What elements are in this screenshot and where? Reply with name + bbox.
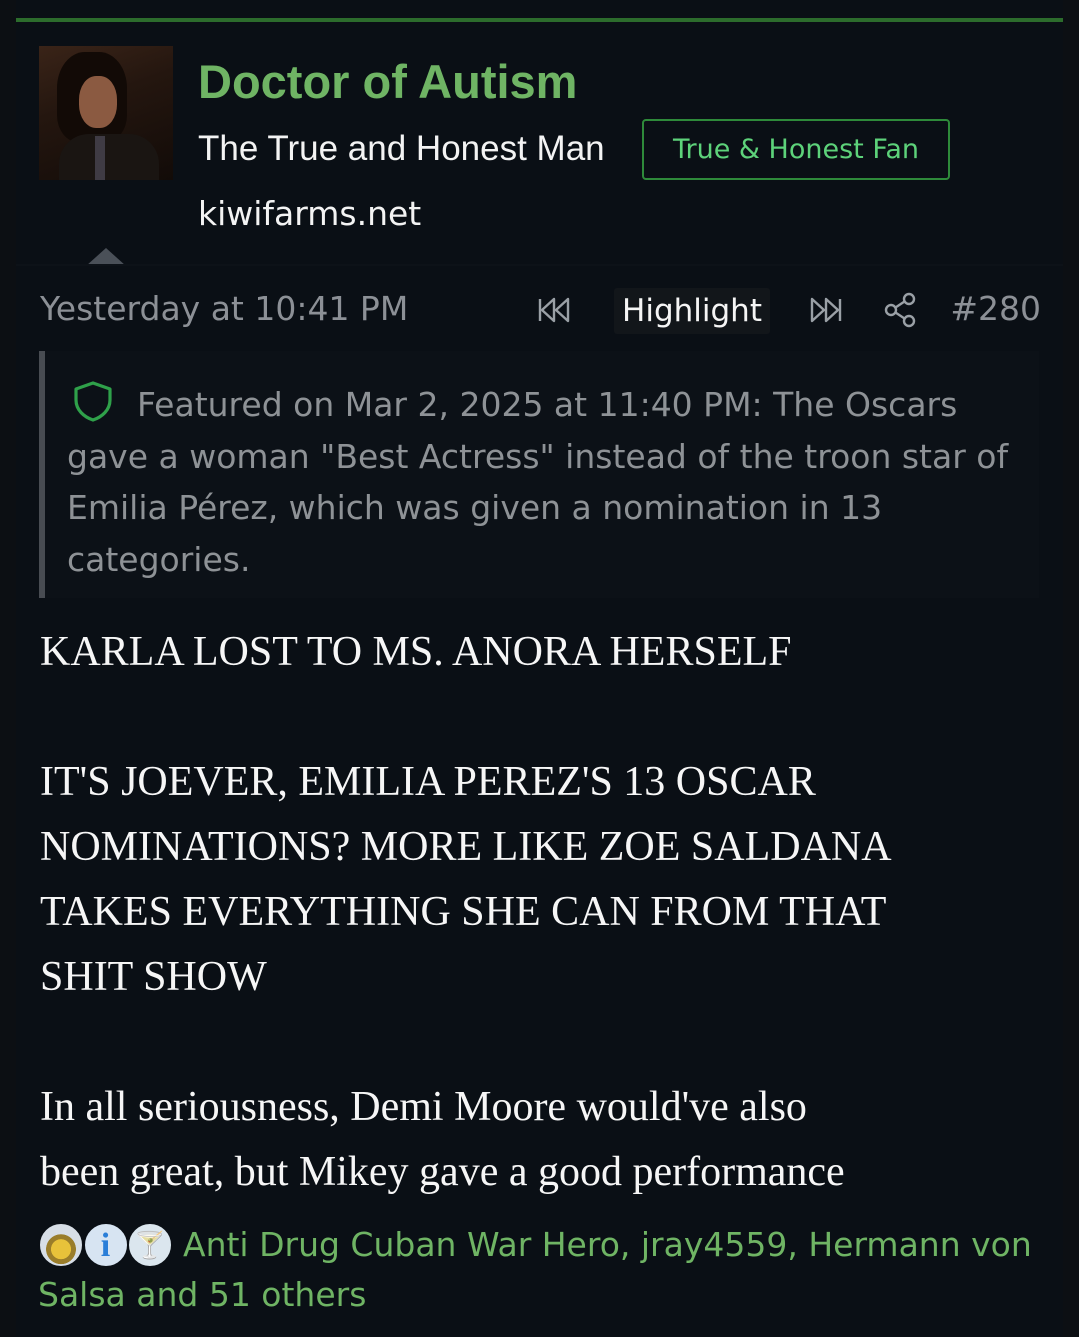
- share-icon[interactable]: [882, 291, 920, 329]
- cocktail-icon: [127, 1222, 173, 1268]
- informative-icon: [82, 1222, 129, 1268]
- post-paragraph: In all seriousness, Demi Moore would've …: [40, 1084, 845, 1195]
- post-paragraph: KARLA LOST TO MS. ANORA HERSELF: [40, 629, 792, 675]
- fast-forward-icon[interactable]: [806, 291, 844, 329]
- rewind-icon[interactable]: [536, 291, 574, 329]
- featured-text: Featured on Mar 2, 2025 at 11:40 PM: The…: [67, 385, 1009, 579]
- avatar[interactable]: [39, 46, 173, 180]
- post-container: Doctor of Autism The True and Honest Man…: [16, 0, 1063, 1337]
- featured-notice: Featured on Mar 2, 2025 at 11:40 PM: The…: [39, 351, 1039, 598]
- user-title: The True and Honest Man: [198, 129, 605, 168]
- reactions-list-link[interactable]: Anti Drug Cuban War Hero, jray4559, Herm…: [38, 1225, 1032, 1314]
- post-timestamp[interactable]: Yesterday at 10:41 PM: [40, 286, 408, 332]
- username-link[interactable]: Doctor of Autism: [198, 52, 577, 112]
- reactions-bar[interactable]: Anti Drug Cuban War Hero, jray4559, Herm…: [38, 1220, 1038, 1320]
- post-number-link[interactable]: #280: [950, 286, 1041, 332]
- site-label: kiwifarms.net: [198, 194, 422, 233]
- user-banner: True & Honest Fan: [642, 119, 950, 180]
- highlight-button[interactable]: Highlight: [614, 288, 770, 334]
- top-divider: [16, 18, 1063, 22]
- post-paragraph: IT'S JOEVER, EMILIA PEREZ'S 13 OSCAR NOM…: [40, 759, 892, 1000]
- medal-icon: [38, 1222, 84, 1268]
- shield-icon: [74, 381, 112, 422]
